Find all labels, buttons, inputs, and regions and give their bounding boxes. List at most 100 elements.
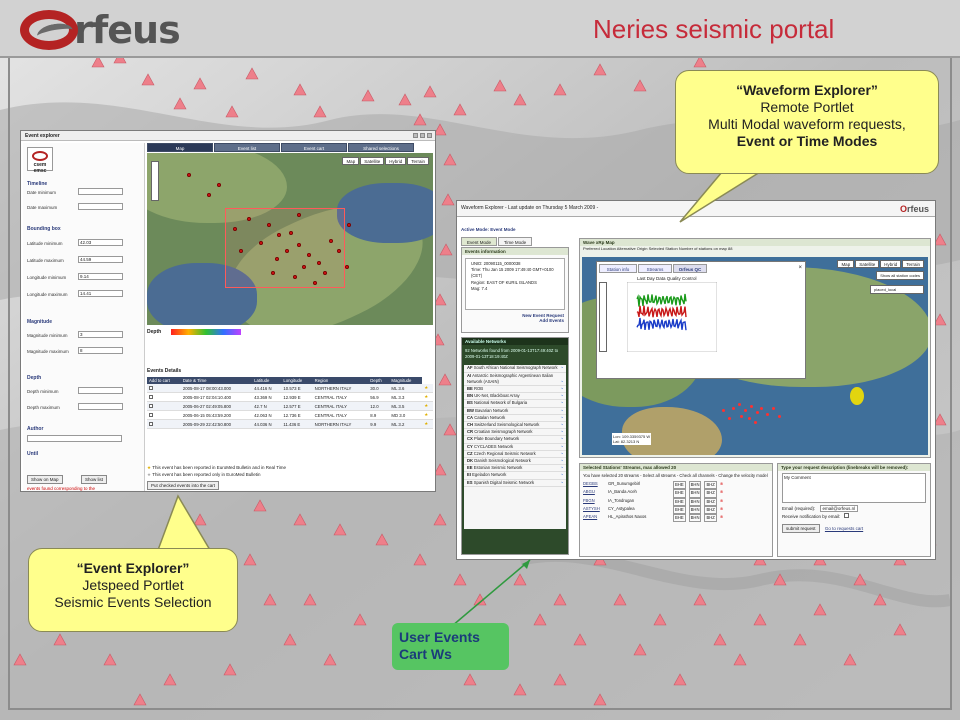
station-marker[interactable] (772, 407, 775, 410)
event-marker[interactable] (297, 243, 301, 247)
stream-row[interactable]: DEGBS GR_Sunumgebirl BHE BHN BHZ ⊗ (580, 481, 772, 490)
stream-row[interactable]: FBGN IA_Tondrugan BHE BHN BHZ ⊗ (580, 497, 772, 506)
event-marker[interactable] (317, 261, 321, 265)
event-marker[interactable] (267, 223, 271, 227)
bounding-box-selection[interactable] (225, 208, 345, 288)
maximize-icon[interactable] (420, 133, 425, 138)
network-list-item[interactable]: EI Egeladon Network ◔ (464, 472, 566, 480)
table-row[interactable]: 2005-09-29 22:42:50.800 44.036 N 11.436 EN… (147, 419, 433, 429)
channel-checkbox[interactable]: BHZ (704, 489, 717, 498)
event-marker[interactable] (259, 241, 263, 245)
event-marker[interactable] (233, 227, 237, 231)
row-checkbox[interactable] (147, 401, 181, 411)
event-location-marker[interactable] (850, 387, 864, 405)
network-list-item[interactable]: BE ROB ◔ (464, 386, 566, 394)
depth-maximum-input[interactable] (78, 403, 123, 410)
channel-checkbox[interactable]: BHZ (704, 481, 717, 490)
event-marker[interactable] (275, 257, 279, 261)
remove-icon[interactable]: ⊗ (720, 498, 724, 506)
longitude-maximum-input[interactable]: 14.41 (78, 290, 123, 297)
station-code[interactable]: ASTYSH (583, 506, 605, 514)
table-row[interactable]: 2005-08-17 08:00:43.000 44.416 N 10.573 EN… (147, 384, 433, 393)
wave-map-type-terrain-button[interactable]: Terrain (902, 260, 924, 268)
request-description-input[interactable]: My Comment (782, 473, 926, 503)
network-list-item[interactable]: CX Plate Boundary Network ◔ (464, 436, 566, 444)
wave-map-type-satellite-button[interactable]: Satellite (855, 260, 880, 268)
event-marker[interactable] (347, 223, 351, 227)
channel-checkbox[interactable]: BHN (688, 505, 702, 515)
tab-time-mode[interactable]: Time Mode (498, 237, 532, 246)
event-marker[interactable] (207, 193, 211, 197)
station-marker[interactable] (738, 403, 741, 406)
zoom-slider[interactable] (151, 161, 159, 201)
show-list-button[interactable]: Show list (81, 475, 108, 484)
author-input[interactable] (27, 435, 122, 442)
channel-checkbox[interactable]: BHN (688, 497, 702, 506)
row-checkbox[interactable] (147, 419, 181, 429)
station-code[interactable]: APEAN (583, 514, 605, 522)
channel-checkbox[interactable]: BHN (688, 481, 702, 490)
close-icon[interactable]: × (798, 265, 802, 271)
tab-event-mode[interactable]: Event Mode (461, 237, 497, 246)
map-type-hybrid-button[interactable]: Hybrid (385, 157, 407, 165)
row-checkbox[interactable] (147, 384, 181, 393)
email-field[interactable]: email@orfeus.nl (819, 505, 859, 512)
date-maximum-input[interactable] (78, 203, 123, 210)
go-to-requests-cart-link[interactable]: Go to requests cart (825, 526, 863, 531)
station-marker[interactable] (722, 409, 725, 412)
station-marker[interactable] (766, 413, 769, 416)
table-row[interactable]: 2005-06-27 02:49:05.800 42.7 N 12.577 E CEN… (147, 401, 433, 411)
network-list-item[interactable]: AI Antarctic Seismographic Argentinean I… (464, 373, 566, 387)
longitude-minimum-input[interactable]: 9.14 (78, 273, 123, 280)
event-map[interactable]: Map Satellite Hybrid Terrain (147, 153, 433, 325)
station-code[interactable]: ABGU (583, 489, 605, 497)
tab-event-cart[interactable]: Event cart (281, 143, 347, 152)
wave-map-type-hybrid-button[interactable]: Hybrid (880, 260, 902, 268)
station-marker[interactable] (760, 407, 763, 410)
station-code-input[interactable]: placed_local (870, 285, 924, 294)
event-marker[interactable] (271, 271, 275, 275)
network-list-item[interactable]: CR Croatian Seismograph Network ◔ (464, 429, 566, 437)
event-marker[interactable] (277, 233, 281, 237)
event-marker[interactable] (345, 265, 349, 269)
channel-checkbox[interactable]: BHE (673, 505, 686, 515)
channel-checkbox[interactable]: BHZ (704, 505, 717, 515)
show-on-map-button[interactable]: Show on Map (27, 475, 63, 484)
remove-icon[interactable]: ⊗ (720, 506, 724, 514)
event-marker[interactable] (297, 213, 301, 217)
station-marker[interactable] (740, 415, 743, 418)
event-marker[interactable] (187, 173, 191, 177)
close-icon[interactable] (427, 133, 432, 138)
event-marker[interactable] (289, 231, 293, 235)
channel-checkbox[interactable]: BHE (673, 481, 686, 490)
date-minimum-input[interactable] (78, 188, 123, 195)
tab-station-info[interactable]: Station info (599, 264, 637, 273)
stream-row[interactable]: ABGU IA_Banda Aceh BHE BHN BHZ ⊗ (580, 489, 772, 498)
channel-checkbox[interactable]: BHE (673, 489, 686, 498)
channel-checkbox[interactable]: BHN (688, 489, 702, 498)
tab-event-list[interactable]: Event list (214, 143, 280, 152)
stream-row[interactable]: ASTYSH CY_Astypalea BHE BHN BHZ ⊗ (580, 505, 772, 515)
station-marker[interactable] (756, 411, 759, 414)
channel-checkbox[interactable]: BHZ (704, 514, 717, 523)
latitude-minimum-input[interactable]: 42.03 (78, 239, 123, 246)
stream-row[interactable]: APEAN HL_Apirathos Naxos BHE BHN BHZ ⊗ (580, 514, 772, 523)
network-list-item[interactable]: DK Danish Seismological Network ◔ (464, 458, 566, 466)
channel-checkbox[interactable]: BHZ (704, 497, 717, 506)
remove-icon[interactable]: ⊗ (720, 481, 724, 489)
event-marker[interactable] (329, 239, 333, 243)
tab-map[interactable]: Map (147, 143, 213, 152)
remove-icon[interactable]: ⊗ (720, 489, 724, 497)
event-marker[interactable] (239, 249, 243, 253)
wave-map[interactable]: Map Satellite Hybrid Terrain Show all st… (582, 257, 928, 455)
notify-checkbox[interactable] (843, 513, 849, 518)
network-list-item[interactable]: BS National Network of Bulgaria ◔ (464, 400, 566, 408)
row-checkbox[interactable] (147, 392, 181, 402)
network-list-item[interactable]: BN UK-Net, Blackboat Array ◔ (464, 393, 566, 401)
popup-zoom-slider[interactable] (599, 282, 607, 352)
station-marker[interactable] (728, 417, 731, 420)
tab-shared-selections[interactable]: Shared selections (348, 143, 414, 152)
network-list[interactable]: AF South African National Seismograph Ne… (464, 365, 566, 530)
depth-minimum-input[interactable] (78, 387, 123, 394)
station-marker[interactable] (750, 405, 753, 408)
